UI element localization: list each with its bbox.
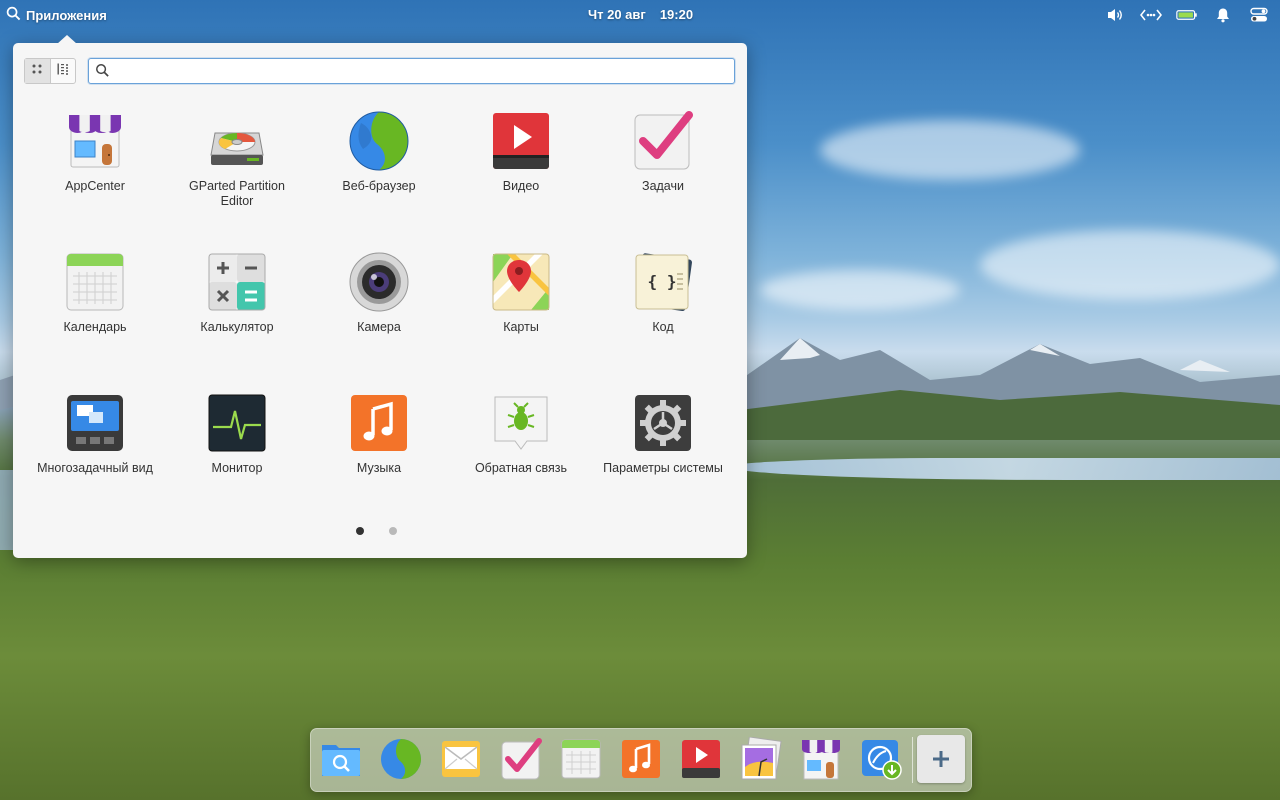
- app-label: Камера: [357, 320, 401, 334]
- dock-item-calendar[interactable]: [559, 737, 603, 781]
- multitasking-view-icon: [65, 393, 125, 453]
- volume-icon[interactable]: [1104, 5, 1126, 25]
- app-code[interactable]: { } Код: [592, 250, 734, 391]
- dock-item-photos[interactable]: [739, 736, 783, 781]
- app-system-settings[interactable]: Параметры системы: [592, 391, 734, 532]
- app-label: Календарь: [63, 320, 127, 334]
- app-label: Веб-браузер: [342, 179, 416, 193]
- app-maps[interactable]: Карты: [450, 250, 592, 391]
- monitor-icon: [207, 393, 267, 453]
- app-label: Код: [652, 320, 674, 334]
- music-icon: [349, 393, 409, 453]
- page-dot-2[interactable]: [389, 527, 397, 535]
- time-label: 19:20: [659, 7, 694, 22]
- applications-menu-button[interactable]: Приложения: [6, 4, 107, 26]
- app-feedback[interactable]: Обратная связь: [450, 391, 592, 532]
- popover-arrow: [57, 35, 77, 44]
- calculator-icon: [207, 252, 267, 312]
- app-gparted[interactable]: GParted Partition Editor: [166, 109, 308, 250]
- network-icon[interactable]: [1140, 5, 1162, 25]
- grid-view-icon: [30, 62, 44, 81]
- app-calendar[interactable]: Календарь: [24, 250, 166, 391]
- applications-launcher-popover: AppCenter GParted Partition Editor Веб-б…: [13, 35, 747, 558]
- music-icon: [622, 740, 660, 778]
- datetime-indicator[interactable]: Чт 20 авг 19:20: [588, 7, 693, 22]
- code-icon: { }: [633, 252, 693, 312]
- date-label: Чт 20 авг: [588, 7, 646, 22]
- app-label: Карты: [503, 320, 539, 334]
- videos-icon: [491, 111, 551, 171]
- calendar-icon: [65, 252, 125, 312]
- tasks-icon: [633, 111, 693, 171]
- add-to-dock-button[interactable]: [917, 735, 965, 783]
- dock-item-mail[interactable]: [439, 737, 483, 781]
- appcenter-icon: [65, 111, 125, 171]
- system-settings-icon: [633, 393, 693, 453]
- page-dot-1[interactable]: [356, 527, 364, 535]
- videos-icon: [682, 740, 720, 778]
- web-browser-icon: [349, 111, 409, 171]
- search-icon: [95, 63, 110, 83]
- dock-item-videos[interactable]: [679, 737, 723, 781]
- svg-text:{ }: { }: [648, 272, 677, 291]
- installer-icon: [862, 740, 902, 780]
- battery-icon[interactable]: [1176, 5, 1198, 25]
- dock-item-tasks[interactable]: [499, 737, 543, 781]
- files-icon: [322, 745, 360, 776]
- app-label: Музыка: [356, 461, 402, 475]
- photos-icon: [741, 736, 782, 780]
- category-view-button[interactable]: [49, 59, 76, 83]
- app-label: Задачи: [642, 179, 684, 193]
- app-videos[interactable]: Видео: [450, 109, 592, 250]
- camera-icon: [349, 252, 409, 312]
- app-label: Параметры системы: [603, 461, 723, 475]
- web-browser-icon: [381, 739, 421, 779]
- app-label: Калькулятор: [200, 320, 274, 334]
- page-indicator: [356, 527, 397, 535]
- app-label: Многозадачный вид: [37, 461, 153, 475]
- gparted-icon: [207, 111, 267, 171]
- feedback-icon: [491, 393, 551, 453]
- app-grid: AppCenter GParted Partition Editor Веб-б…: [24, 109, 736, 532]
- dock-item-web-browser[interactable]: [379, 737, 423, 781]
- dock-separator: [912, 737, 913, 783]
- search-input[interactable]: [115, 61, 729, 81]
- app-label: GParted Partition Editor: [189, 179, 285, 208]
- app-calculator[interactable]: Калькулятор: [166, 250, 308, 391]
- app-label: Видео: [502, 179, 540, 193]
- app-web-browser[interactable]: Веб-браузер: [308, 109, 450, 250]
- dock-item-installer[interactable]: [859, 737, 903, 781]
- app-camera[interactable]: Камера: [308, 250, 450, 391]
- dock-item-files[interactable]: [319, 737, 363, 781]
- app-label: Монитор: [211, 461, 263, 475]
- dock-item-music[interactable]: [619, 737, 663, 781]
- indicator-area: [1104, 5, 1270, 25]
- mail-icon: [442, 741, 480, 777]
- search-field[interactable]: [88, 58, 735, 84]
- category-view-icon: [56, 62, 70, 81]
- app-label: AppCenter: [65, 179, 125, 193]
- tasks-icon: [501, 738, 542, 780]
- app-monitor[interactable]: Монитор: [166, 391, 308, 532]
- applications-label: Приложения: [26, 7, 107, 23]
- view-mode-switcher: [24, 58, 76, 84]
- app-label: Обратная связь: [474, 461, 568, 475]
- grid-view-button[interactable]: [25, 59, 50, 83]
- maps-icon: [491, 252, 551, 312]
- app-multitasking-view[interactable]: Многозадачный вид: [24, 391, 166, 532]
- plus-icon: [933, 751, 949, 767]
- calendar-icon: [561, 739, 601, 779]
- top-panel: Приложения Чт 20 авг 19:20: [0, 0, 1280, 30]
- session-toggles-icon[interactable]: [1248, 5, 1270, 25]
- search-icon: [6, 6, 21, 24]
- appcenter-icon: [802, 740, 840, 780]
- app-appcenter[interactable]: AppCenter: [24, 109, 166, 250]
- app-music[interactable]: Музыка: [308, 391, 450, 532]
- app-tasks[interactable]: Задачи: [592, 109, 734, 250]
- dock-item-appcenter[interactable]: [799, 737, 843, 781]
- dock: [310, 728, 972, 792]
- notifications-icon[interactable]: [1212, 5, 1234, 25]
